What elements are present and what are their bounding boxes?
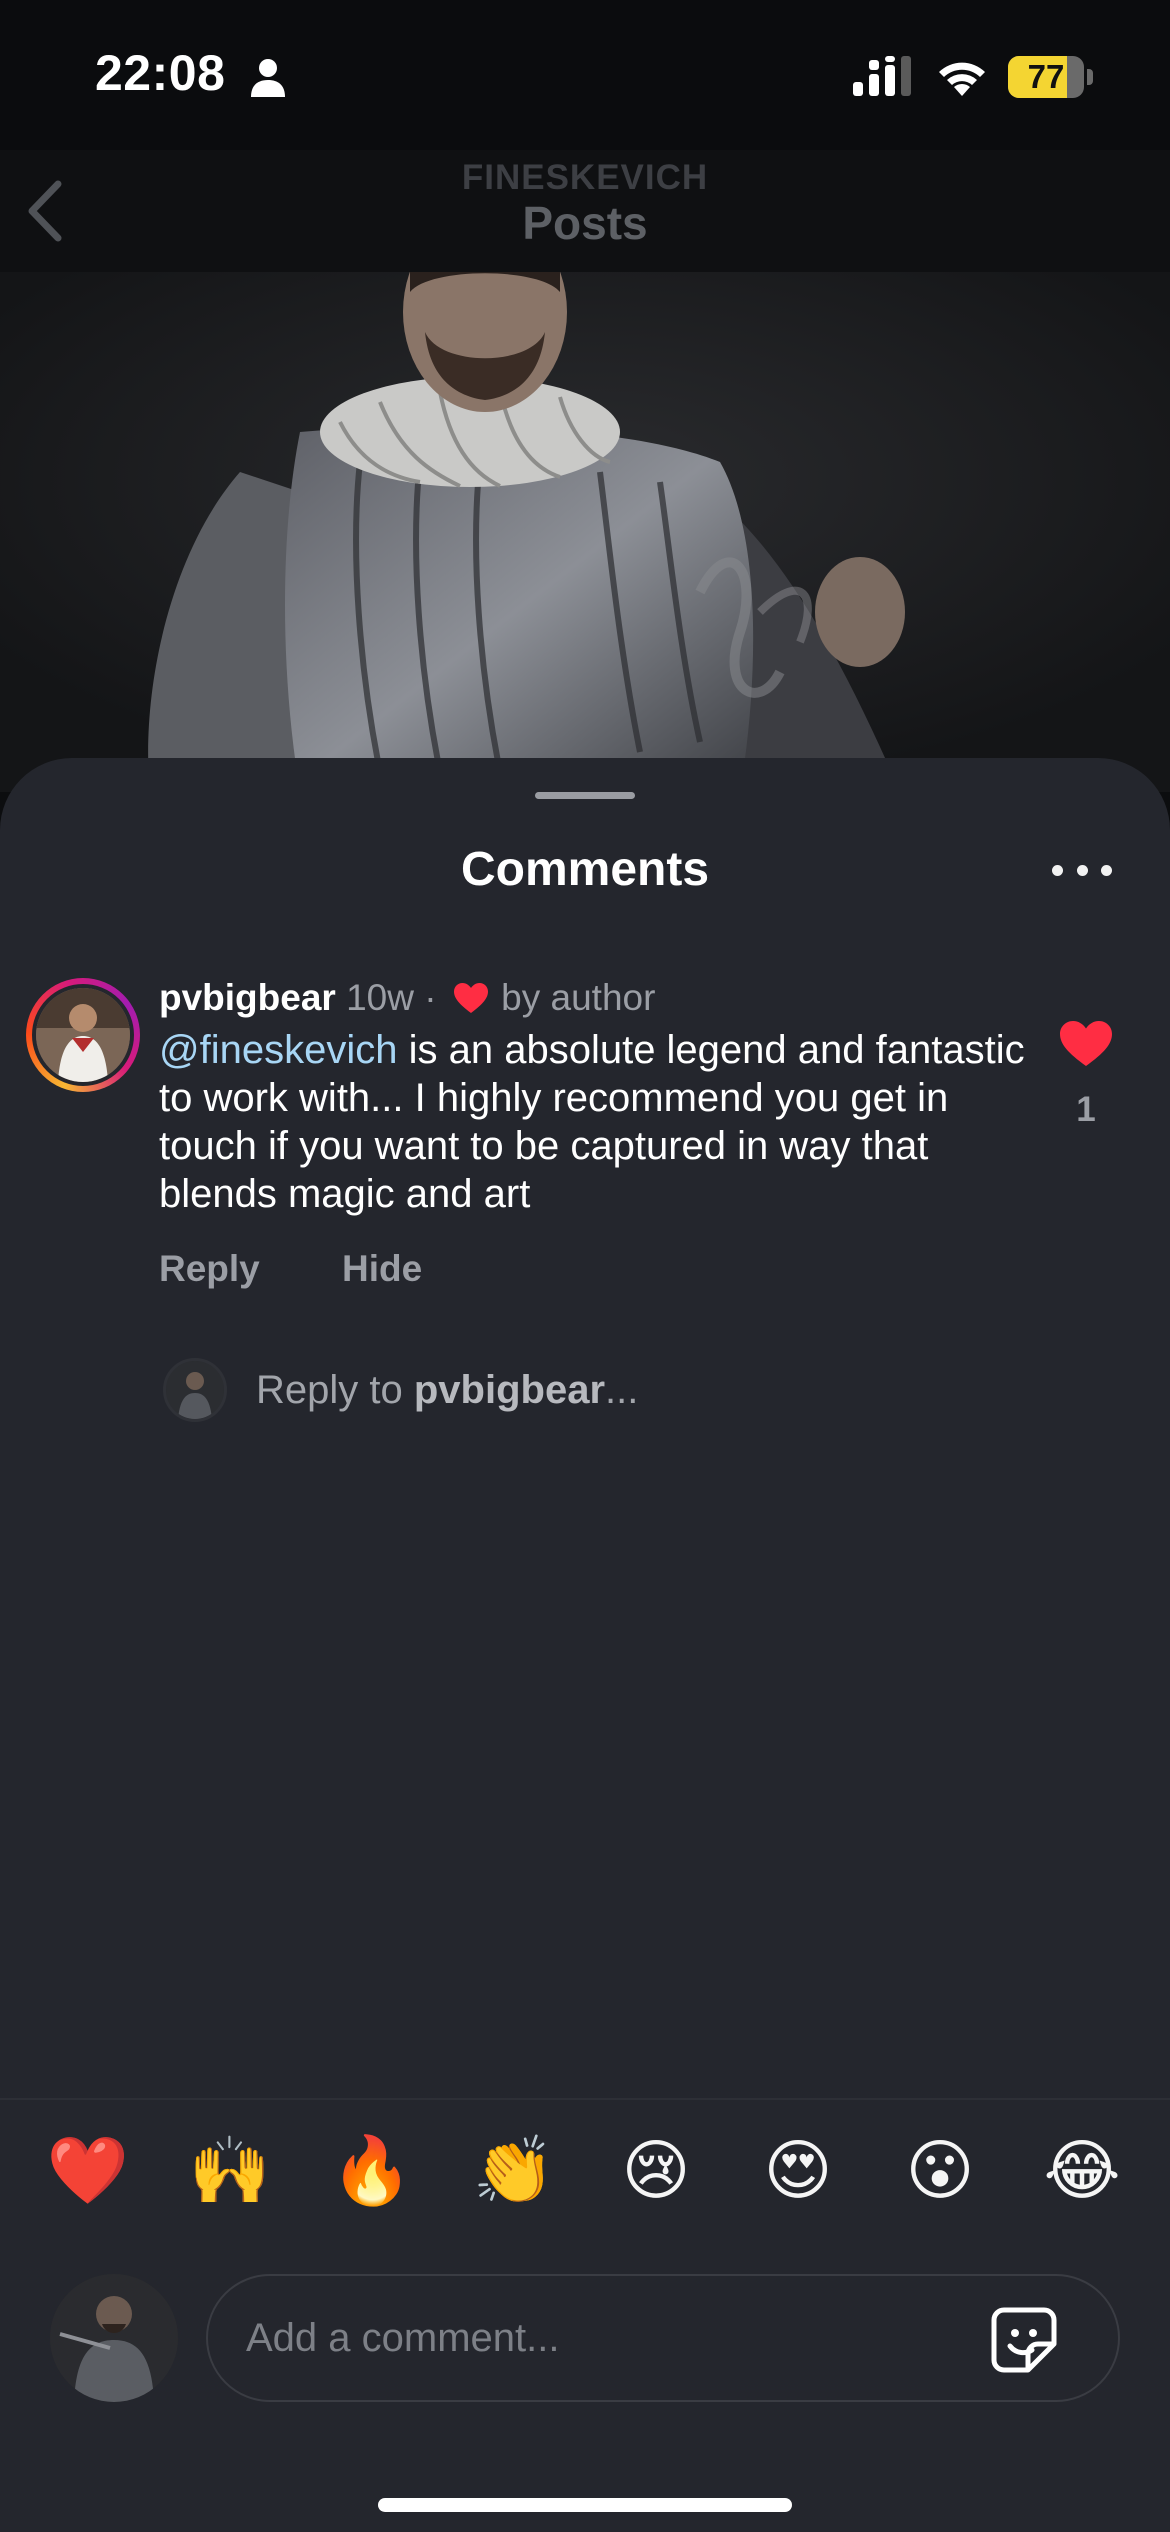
heart-icon[interactable] (1059, 1020, 1113, 1068)
reply-prompt-prefix: Reply to (256, 1368, 414, 1412)
status-bar: 22:08 77 (0, 0, 1170, 150)
ellipsis-icon[interactable] (1052, 858, 1112, 882)
comment-input-placeholder: Add a comment... (246, 2316, 560, 2360)
reply-prompt-username: pvbigbear (413, 1368, 606, 1412)
reaction-crying-face[interactable]: 😢 (614, 2128, 698, 2212)
wifi-icon (939, 62, 985, 96)
composer-avatar (50, 2274, 178, 2402)
comment-actions: Reply Hide (159, 1248, 494, 1290)
reply-prompt-suffix: ... (605, 1368, 639, 1412)
hide-button[interactable]: Hide (342, 1248, 422, 1289)
author-heart-icon (453, 983, 488, 1013)
cellular-signal-icon (853, 56, 911, 96)
comment-timestamp: 10w (346, 977, 414, 1018)
meta-separator: · (424, 977, 437, 1018)
post-image[interactable] (0, 272, 1170, 792)
comment-username[interactable]: pvbigbear (159, 977, 336, 1018)
reply-avatar (163, 1358, 227, 1422)
battery-icon: 77 (1008, 56, 1093, 98)
reply-button[interactable]: Reply (159, 1248, 260, 1289)
liked-by-author-label: by author (501, 977, 656, 1018)
mention-link[interactable]: @fineskevich (159, 1028, 397, 1072)
home-indicator[interactable] (378, 2498, 792, 2512)
reaction-surprised-face[interactable]: 😮 (898, 2128, 982, 2212)
comment-body: @fineskevich is an absolute legend and f… (159, 1026, 1029, 1218)
reaction-tears-of-joy[interactable]: 😂 (1040, 2128, 1124, 2212)
comment-meta: pvbigbear 10w · by author (159, 976, 655, 1020)
sticker-icon[interactable] (988, 2304, 1060, 2376)
reply-prompt[interactable]: Reply to pvbigbear... (256, 1368, 638, 1413)
comments-sheet: Comments pvbigbear 10w · by author @fine… (0, 758, 1170, 2532)
post-photo (0, 272, 1170, 792)
comment-avatar[interactable] (26, 978, 140, 1092)
header-username: FINESKEVICH (461, 158, 709, 197)
status-time: 22:08 (95, 45, 226, 101)
battery-percentage: 77 (1027, 58, 1065, 95)
person-icon (251, 59, 285, 97)
reaction-fire[interactable]: 🔥 (330, 2128, 414, 2212)
page-title: Posts (522, 197, 648, 249)
sheet-grabber[interactable] (535, 792, 635, 799)
like-count: 1 (1076, 1090, 1096, 1129)
reaction-raising-hands[interactable]: 🙌 (188, 2128, 272, 2212)
comment-input[interactable]: Add a comment... (206, 2274, 1120, 2402)
reaction-clapping-hands[interactable]: 👏 (472, 2128, 556, 2212)
emoji-reaction-bar: ❤️ 🙌 🔥 👏 😢 😍 😮 😂 (0, 2098, 1170, 2224)
reaction-heart-eyes[interactable]: 😍 (756, 2128, 840, 2212)
posts-header: FINESKEVICH Posts (0, 150, 1170, 272)
avatar (32, 984, 134, 1086)
comments-title: Comments (460, 843, 710, 896)
reaction-red-heart[interactable]: ❤️ (46, 2128, 130, 2212)
